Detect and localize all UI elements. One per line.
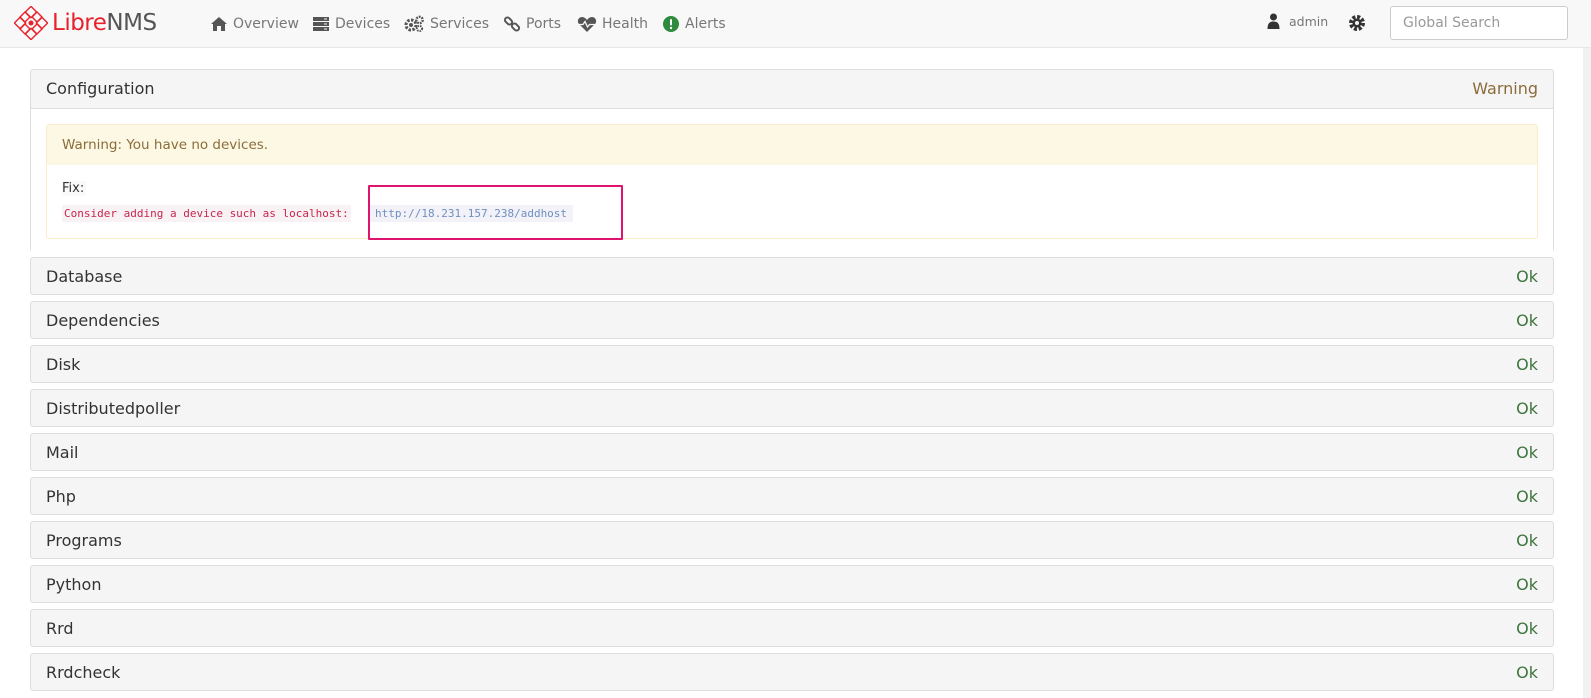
settings-button[interactable] xyxy=(1348,14,1366,36)
panel-title: Disk xyxy=(46,355,81,374)
fix-label: Fix: xyxy=(62,181,87,196)
page-scrollbar[interactable] xyxy=(1583,48,1591,698)
nav-devices[interactable]: Devices xyxy=(312,13,390,35)
logo-text-nms: NMS xyxy=(106,10,157,36)
gears-icon xyxy=(404,15,424,33)
nav-ports[interactable]: Ports xyxy=(503,13,561,35)
top-navbar: LibreNMS Overview Devices Services Ports… xyxy=(0,0,1591,48)
fix-text: Consider adding a device such as localho… xyxy=(62,205,351,222)
panel-mail[interactable]: Mail Ok xyxy=(30,433,1554,471)
panel-title: Python xyxy=(46,575,102,594)
nav-ports-label: Ports xyxy=(526,16,562,32)
nav-devices-label: Devices xyxy=(335,16,391,32)
add-host-link[interactable]: http://18.231.157.238/addhost xyxy=(369,205,574,222)
panel-distributedpoller[interactable]: Distributedpoller Ok xyxy=(30,389,1554,427)
panel-title: Configuration xyxy=(46,79,155,98)
panel-database[interactable]: Database Ok xyxy=(30,257,1554,295)
logo-text: LibreNMS xyxy=(52,10,157,36)
panel-title: Programs xyxy=(46,531,122,550)
nav-health[interactable]: Health xyxy=(577,13,648,35)
status-badge: Ok xyxy=(1516,399,1538,418)
status-badge: Warning xyxy=(1472,79,1538,98)
nav-services-label: Services xyxy=(430,16,490,32)
heartbeat-icon xyxy=(577,16,597,32)
panel-title: Distributedpoller xyxy=(46,399,181,418)
panel-configuration: Configuration Warning Warning: You have … xyxy=(30,69,1554,253)
nav-overview[interactable]: Overview xyxy=(210,13,299,35)
nav-services[interactable]: Services xyxy=(404,13,489,35)
panel-body: Warning: You have no devices. Fix: Consi… xyxy=(31,108,1553,253)
panel-title: Rrdcheck xyxy=(46,663,121,682)
server-icon xyxy=(313,17,329,31)
librenms-logo-icon xyxy=(14,6,48,40)
panel-title: Database xyxy=(46,267,123,286)
user-icon xyxy=(1267,13,1280,29)
panel-dependencies[interactable]: Dependencies Ok xyxy=(30,301,1554,339)
status-badge: Ok xyxy=(1516,663,1538,682)
status-badge: Ok xyxy=(1516,311,1538,330)
logo-text-libre: Libre xyxy=(52,10,107,36)
nav-alerts-label: Alerts xyxy=(685,16,726,32)
panel-title: Rrd xyxy=(46,619,74,638)
home-icon xyxy=(211,17,227,31)
panel-title: Dependencies xyxy=(46,311,160,330)
status-badge: Ok xyxy=(1516,575,1538,594)
link-icon xyxy=(503,16,521,32)
nav-health-label: Health xyxy=(602,16,648,32)
panel-rrdcheck[interactable]: Rrdcheck Ok xyxy=(30,653,1554,691)
status-badge: Ok xyxy=(1516,355,1538,374)
status-badge: Ok xyxy=(1516,443,1538,462)
global-search-input[interactable] xyxy=(1390,6,1568,40)
nav-overview-label: Overview xyxy=(233,16,299,32)
panel-python[interactable]: Python Ok xyxy=(30,565,1554,603)
status-badge: Ok xyxy=(1516,487,1538,506)
warning-alert: Warning: You have no devices. Fix: Consi… xyxy=(46,124,1538,239)
panel-programs[interactable]: Programs Ok xyxy=(30,521,1554,559)
librenms-logo[interactable]: LibreNMS xyxy=(14,6,157,40)
panel-disk[interactable]: Disk Ok xyxy=(30,345,1554,383)
status-badge: Ok xyxy=(1516,267,1538,286)
user-name: admin xyxy=(1289,13,1329,29)
status-badge: Ok xyxy=(1516,619,1538,638)
panel-php[interactable]: Php Ok xyxy=(30,477,1554,515)
nav-alerts[interactable]: Alerts xyxy=(662,13,726,35)
user-menu[interactable]: admin xyxy=(1267,13,1328,29)
panel-title: Mail xyxy=(46,443,79,462)
panel-rrd[interactable]: Rrd Ok xyxy=(30,609,1554,647)
warning-message: Warning: You have no devices. xyxy=(47,125,1537,165)
status-badge: Ok xyxy=(1516,531,1538,550)
alert-circle-icon xyxy=(663,16,679,32)
gear-icon xyxy=(1349,15,1365,31)
panel-title: Php xyxy=(46,487,76,506)
